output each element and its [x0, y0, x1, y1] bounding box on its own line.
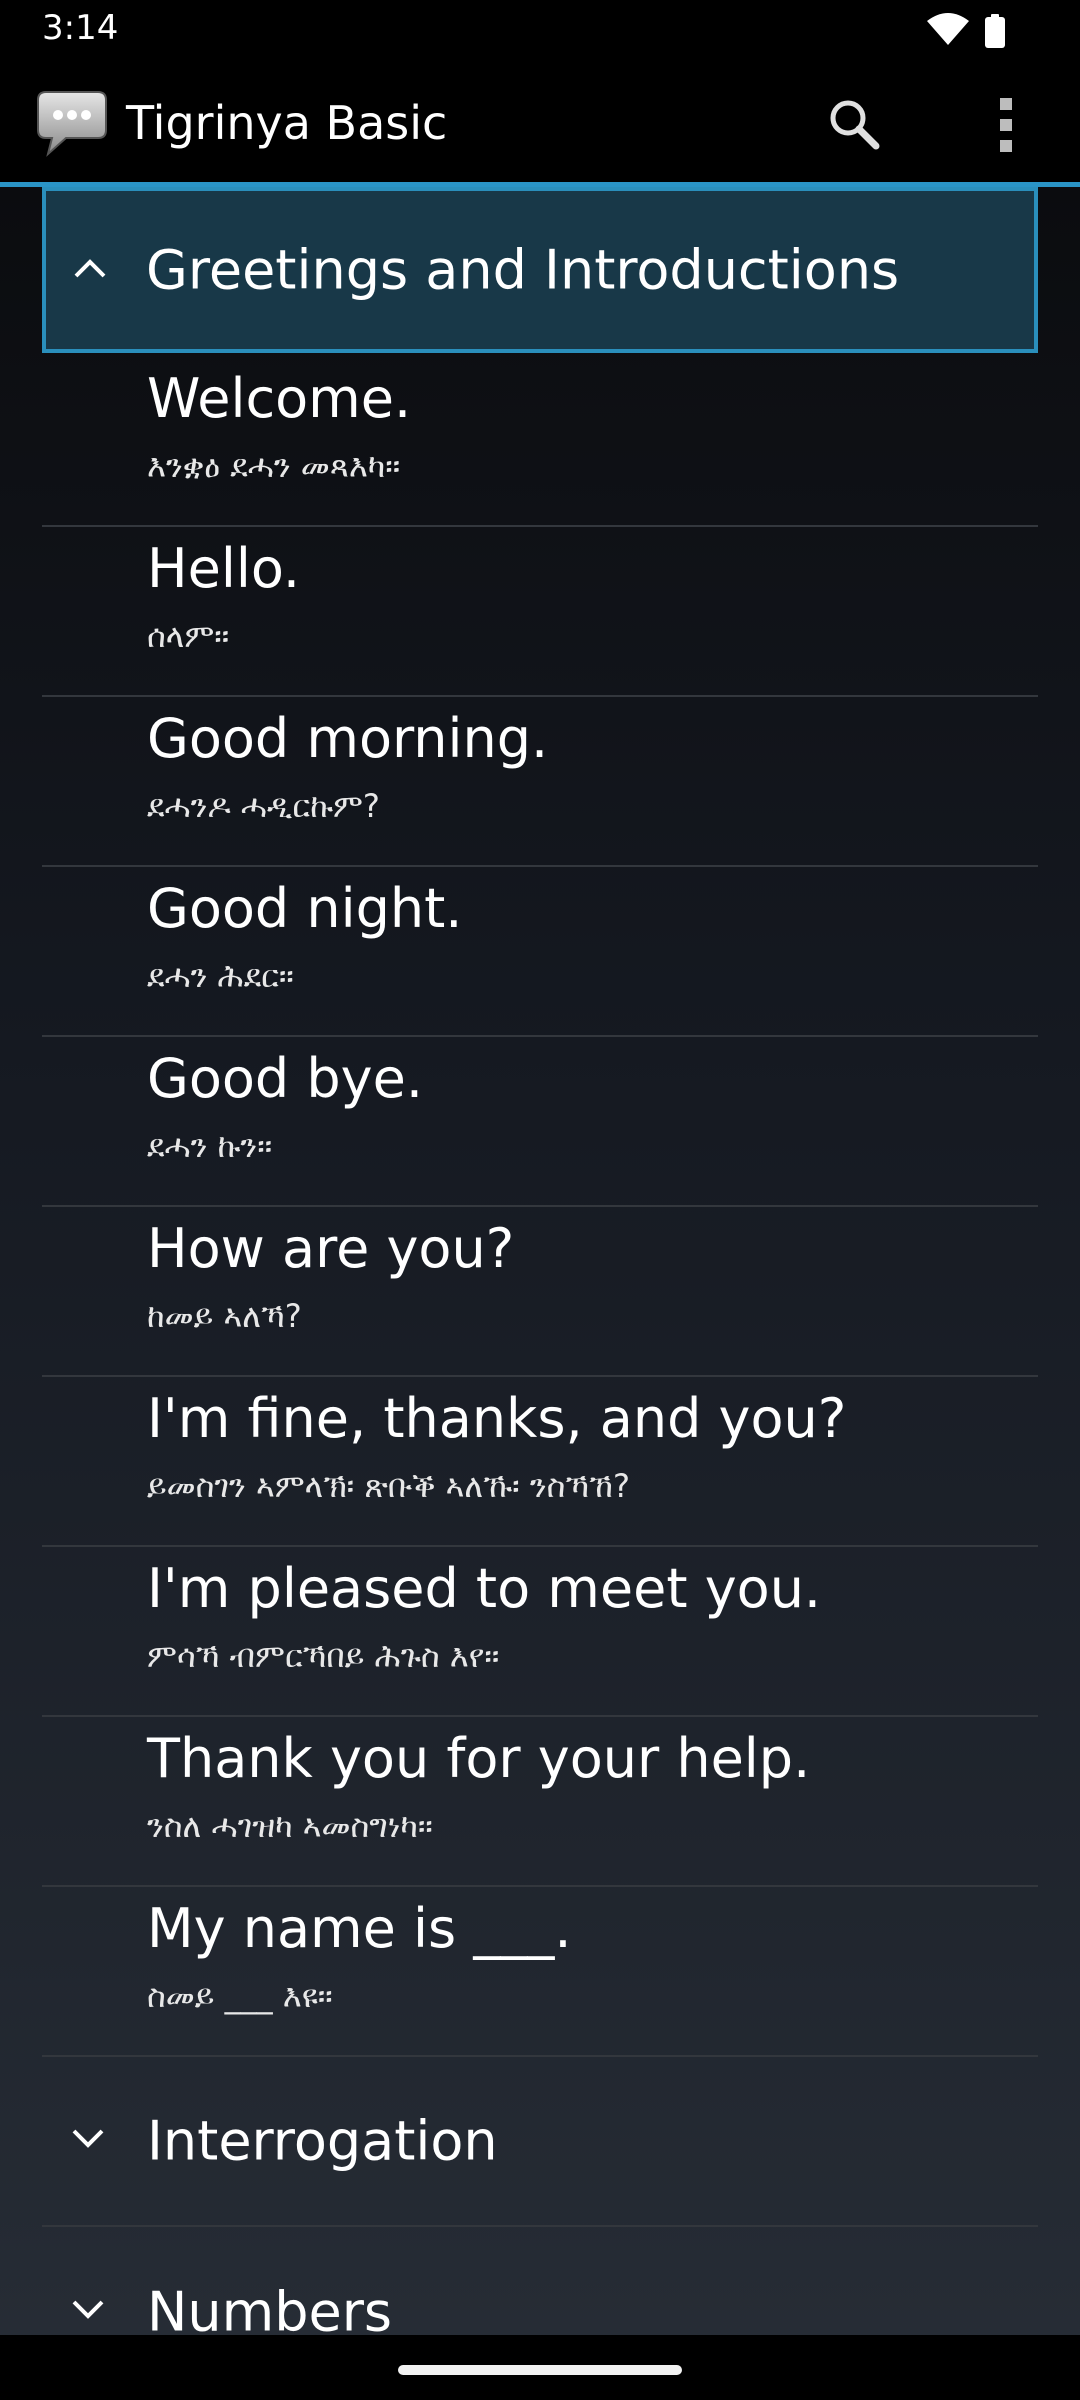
phrase-item[interactable]: Good bye. ደሓን ኩን።	[42, 1037, 1038, 1207]
status-time: 3:14	[42, 8, 119, 48]
phrase-english: Good bye.	[147, 1047, 423, 1110]
phrase-english: I'm fine, thanks, and you?	[147, 1387, 847, 1450]
phrase-english: Good night.	[147, 877, 463, 940]
phrase-english: Thank you for your help.	[147, 1727, 811, 1790]
phrase-tigrinya: ስመይ ___ እዩ።	[147, 1977, 333, 2015]
screen: 3:14 Tigrinya Basic Greetings and Introd…	[0, 0, 1080, 2400]
phrase-tigrinya: ደሓንዶ ሓዲርኩም?	[147, 787, 380, 825]
phrase-item[interactable]: Thank you for your help. ንስለ ሓገዝካ ኣመስግነካ…	[42, 1717, 1038, 1887]
status-bar: 3:14	[0, 0, 1080, 60]
phrase-item[interactable]: I'm pleased to meet you. ምሳኻ ብምርኻበይ ሕጉስ …	[42, 1547, 1038, 1717]
phrase-english: Hello.	[147, 537, 301, 600]
phrase-english: How are you?	[147, 1217, 515, 1280]
phrase-english: Good morning.	[147, 707, 549, 770]
home-indicator[interactable]	[398, 2365, 682, 2375]
chevron-down-icon	[68, 2298, 108, 2326]
chevron-up-icon	[70, 256, 110, 284]
group-title: Numbers	[147, 2280, 393, 2336]
group-header-interrogation[interactable]: Interrogation	[42, 2057, 1038, 2227]
phrase-english: I'm pleased to meet you.	[147, 1557, 822, 1620]
phrase-list[interactable]: Greetings and Introductions Welcome. እንቋ…	[0, 187, 1080, 2335]
phrase-item[interactable]: I'm fine, thanks, and you? ይመስገን ኣምላኽ፡ ጽ…	[42, 1377, 1038, 1547]
phrase-tigrinya: ንስለ ሓገዝካ ኣመስግነካ።	[147, 1807, 433, 1845]
phrase-item[interactable]: Good night. ደሓን ሕደር።	[42, 867, 1038, 1037]
phrase-tigrinya: ከመይ ኣለኻ?	[147, 1297, 302, 1335]
group-header-greetings[interactable]: Greetings and Introductions	[42, 187, 1038, 353]
phrase-item[interactable]: Welcome. እንቋዕ ደሓን መጻእካ።	[42, 357, 1038, 527]
overflow-menu-icon[interactable]	[990, 96, 1022, 158]
phrase-english: My name is ___.	[147, 1897, 572, 1960]
navigation-bar	[0, 2335, 1080, 2400]
phrase-tigrinya: ምሳኻ ብምርኻበይ ሕጉስ እየ።	[147, 1637, 500, 1675]
phrase-item[interactable]: Hello. ሰላም።	[42, 527, 1038, 697]
phrase-tigrinya: ሰላም።	[147, 617, 230, 655]
group-title: Greetings and Introductions	[146, 238, 900, 302]
phrase-item[interactable]: My name is ___. ስመይ ___ እዩ።	[42, 1887, 1038, 2057]
app-title: Tigrinya Basic	[126, 96, 448, 150]
battery-icon	[984, 14, 1006, 52]
phrase-tigrinya: ደሓን ሕደር።	[147, 957, 294, 995]
app-bar: Tigrinya Basic	[0, 60, 1080, 184]
group-title: Interrogation	[147, 2109, 498, 2173]
chat-bubble-icon	[36, 90, 108, 162]
phrase-tigrinya: ደሓን ኩን።	[147, 1127, 273, 1165]
phrase-item[interactable]: How are you? ከመይ ኣለኻ?	[42, 1207, 1038, 1377]
group-header-numbers[interactable]: Numbers	[42, 2227, 1038, 2335]
phrase-tigrinya: እንቋዕ ደሓን መጻእካ።	[147, 447, 401, 485]
wifi-icon	[926, 12, 970, 50]
phrase-english: Welcome.	[147, 367, 412, 430]
chevron-down-icon	[68, 2127, 108, 2155]
phrase-tigrinya: ይመስገን ኣምላኽ፡ ጽቡቕ ኣለኹ፡ ንስኻኸ?	[147, 1467, 630, 1505]
phrase-item[interactable]: Good morning. ደሓንዶ ሓዲርኩም?	[42, 697, 1038, 867]
search-icon[interactable]	[826, 96, 882, 156]
